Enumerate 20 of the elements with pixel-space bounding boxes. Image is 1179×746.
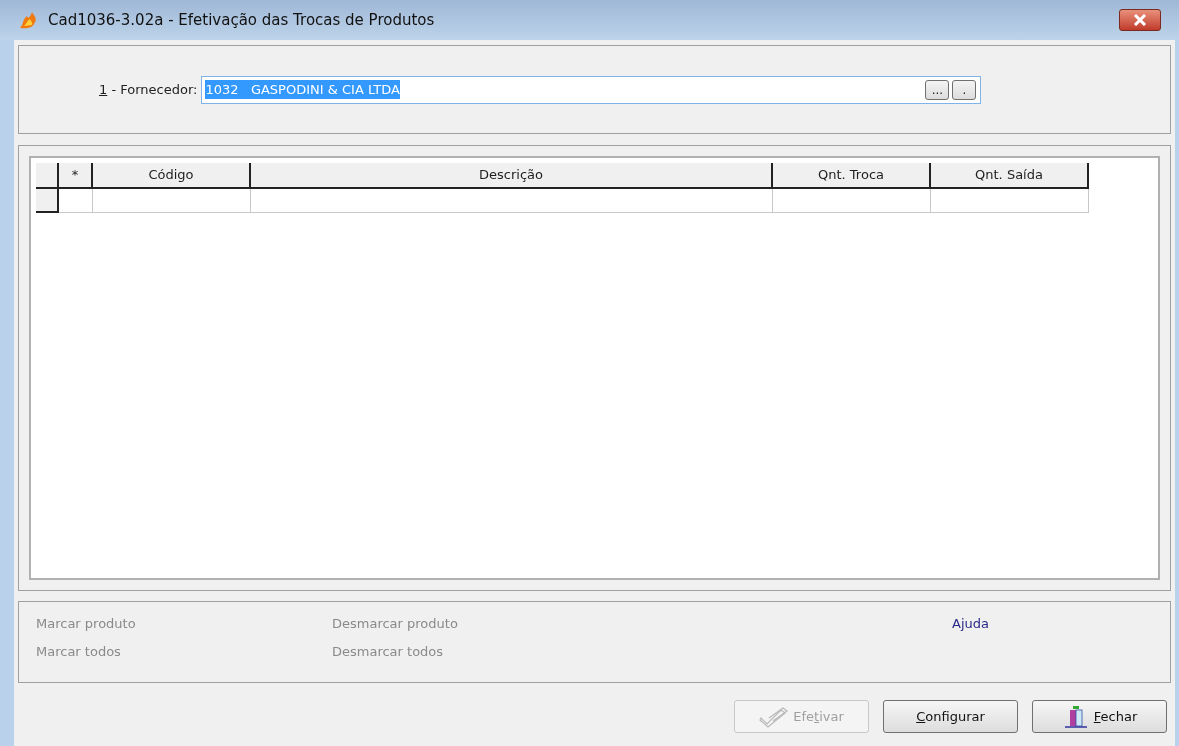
close-icon — [1133, 14, 1147, 26]
row-indicator — [36, 189, 59, 213]
column-header[interactable]: Código — [93, 163, 251, 189]
action-link[interactable]: Ajuda — [952, 614, 989, 634]
close-button[interactable] — [1119, 9, 1161, 31]
window-title: Cad1036-3.02a - Efetivação das Trocas de Produtos — [48, 9, 435, 31]
lookup-button[interactable]: ... — [925, 79, 950, 100]
table-cell — [59, 189, 93, 213]
column-header[interactable]: * — [59, 163, 93, 189]
supplier-value: 1032 GASPODINI & CIA LTDA — [205, 79, 400, 100]
checkmark-icon — [759, 705, 790, 728]
lookup-button[interactable]: . — [952, 79, 977, 100]
dialog-button[interactable]: Configurar — [883, 700, 1018, 733]
supplier-label: 1 - Fornecedor: — [99, 80, 198, 99]
supplier-field[interactable]: 1032 GASPODINI & CIA LTDA ... . — [201, 75, 982, 104]
column-header[interactable]: Qnt. Troca — [773, 163, 931, 189]
column-header[interactable]: Qnt. Saída — [931, 163, 1089, 189]
row-indicator-header — [36, 163, 59, 189]
dialog-button[interactable]: Fechar — [1032, 700, 1167, 733]
column-header[interactable]: Descrição — [251, 163, 773, 189]
